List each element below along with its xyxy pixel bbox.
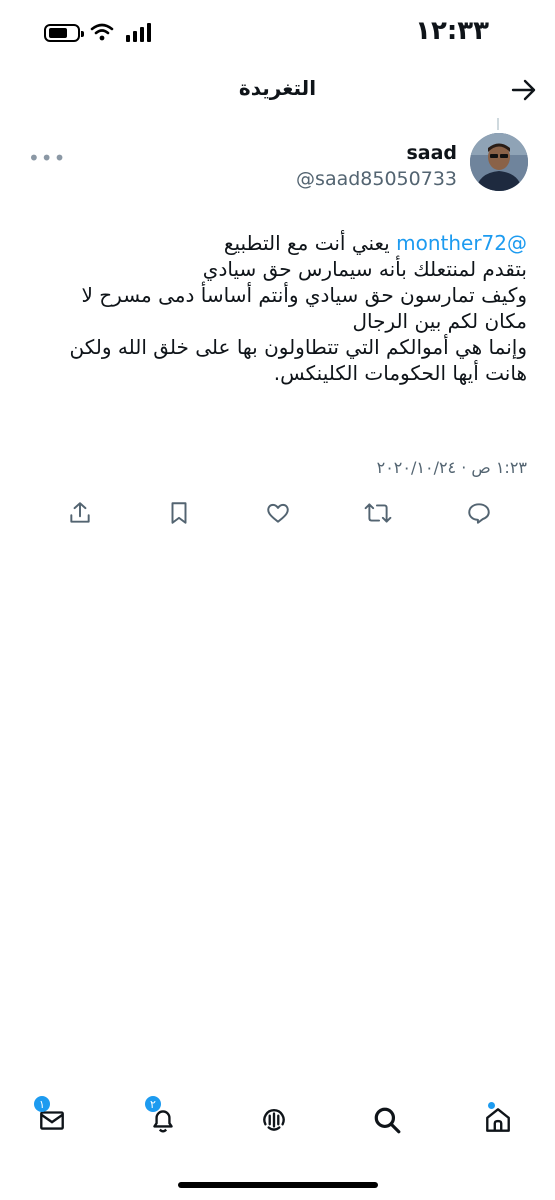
- home-indicator: [178, 1182, 378, 1188]
- tweet-line: وإنما هي أموالكم التي تتطاولون بها على خ…: [69, 335, 528, 359]
- mention-link[interactable]: @monther72: [396, 231, 527, 255]
- cellular-signal-icon: [126, 23, 151, 42]
- like-icon[interactable]: [263, 498, 293, 528]
- tab-bar: ٢ ١: [0, 1096, 555, 1150]
- tweet-line: بتقدم لمنتعلك بأنه سيمارس حق سيادي: [202, 257, 527, 281]
- status-bar: ١٢:٣٣: [0, 0, 555, 60]
- tab-home[interactable]: [478, 1100, 518, 1140]
- spaces-icon: [263, 1109, 285, 1131]
- share-icon[interactable]: [65, 498, 95, 528]
- reply-icon[interactable]: [464, 498, 494, 528]
- thread-connector: [497, 118, 499, 130]
- avatar[interactable]: [470, 133, 528, 191]
- tweet-line: مكان لكم بين الرجال: [352, 309, 527, 333]
- tweet-actions: [0, 498, 555, 528]
- messages-badge: ١: [34, 1096, 50, 1112]
- tab-messages[interactable]: ١: [32, 1096, 72, 1140]
- tweet-line: هانت أيها الحكومات الكلينكس.: [273, 361, 527, 385]
- page-title: التغريدة: [238, 76, 317, 100]
- author-handle[interactable]: @saad85050733: [296, 168, 457, 190]
- author-name[interactable]: saad: [406, 142, 457, 164]
- battery-icon: [44, 24, 84, 42]
- home-unread-dot: [488, 1102, 495, 1109]
- more-options-icon[interactable]: •••: [28, 146, 66, 170]
- back-arrow-icon[interactable]: [511, 78, 537, 102]
- header: التغريدة: [0, 62, 555, 118]
- tab-search[interactable]: [367, 1100, 407, 1140]
- tweet-timestamp: ١:٢٣ ص · ٢٠٢٠/١٠/٢٤: [376, 458, 527, 477]
- tweet-line: وكيف تمارسون حق سيادي وأنتم أساسأ دمى مس…: [81, 283, 527, 307]
- tab-notifications[interactable]: ٢: [143, 1096, 183, 1140]
- retweet-icon[interactable]: [363, 498, 393, 528]
- bookmark-icon[interactable]: [164, 498, 194, 528]
- tab-spaces[interactable]: [254, 1100, 294, 1140]
- home-icon: [486, 1108, 510, 1132]
- tweet-text: @monther72 يعني أنت مع التطبيع بتقدم لمن…: [20, 230, 528, 386]
- wifi-icon: [90, 23, 114, 41]
- tweet-line: يعني أنت مع التطبيع: [223, 231, 397, 255]
- notifications-badge: ٢: [145, 1096, 161, 1112]
- status-time: ١٢:٣٣: [415, 16, 489, 46]
- search-icon: [374, 1107, 401, 1134]
